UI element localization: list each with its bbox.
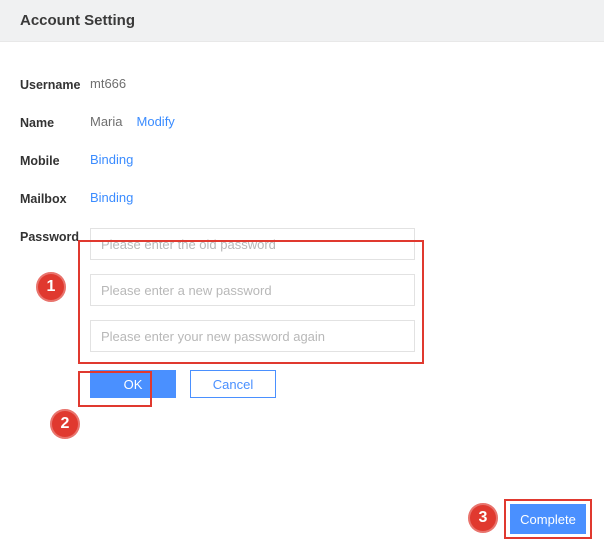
new-password-input[interactable] — [90, 274, 415, 306]
cancel-button[interactable]: Cancel — [190, 370, 276, 398]
row-mailbox: Mailbox Binding — [20, 190, 584, 206]
row-password: Password OK Cancel — [20, 228, 584, 398]
mobile-binding-link[interactable]: Binding — [90, 152, 133, 167]
row-username: Username mt666 — [20, 76, 584, 92]
annotation-marker-2: 2 — [50, 409, 80, 439]
row-mobile: Mobile Binding — [20, 152, 584, 168]
old-password-input[interactable] — [90, 228, 415, 260]
modify-link[interactable]: Modify — [137, 114, 175, 129]
header-bar: Account Setting — [0, 0, 604, 42]
content: Username mt666 Name Maria Modify Mobile … — [0, 42, 604, 398]
complete-button[interactable]: Complete — [510, 504, 586, 534]
label-username: Username — [20, 76, 90, 92]
value-name: Maria Modify — [90, 114, 175, 129]
name-text: Maria — [90, 114, 123, 129]
label-mailbox: Mailbox — [20, 190, 90, 206]
page-title: Account Setting — [20, 12, 135, 29]
mailbox-binding-link[interactable]: Binding — [90, 190, 133, 205]
label-name: Name — [20, 114, 90, 130]
label-password: Password — [20, 228, 90, 244]
value-username: mt666 — [90, 76, 126, 91]
password-form: OK Cancel — [90, 228, 430, 398]
password-buttons: OK Cancel — [90, 370, 430, 398]
label-mobile: Mobile — [20, 152, 90, 168]
row-name: Name Maria Modify — [20, 114, 584, 130]
confirm-password-input[interactable] — [90, 320, 415, 352]
annotation-marker-3: 3 — [468, 503, 498, 533]
ok-button[interactable]: OK — [90, 370, 176, 398]
